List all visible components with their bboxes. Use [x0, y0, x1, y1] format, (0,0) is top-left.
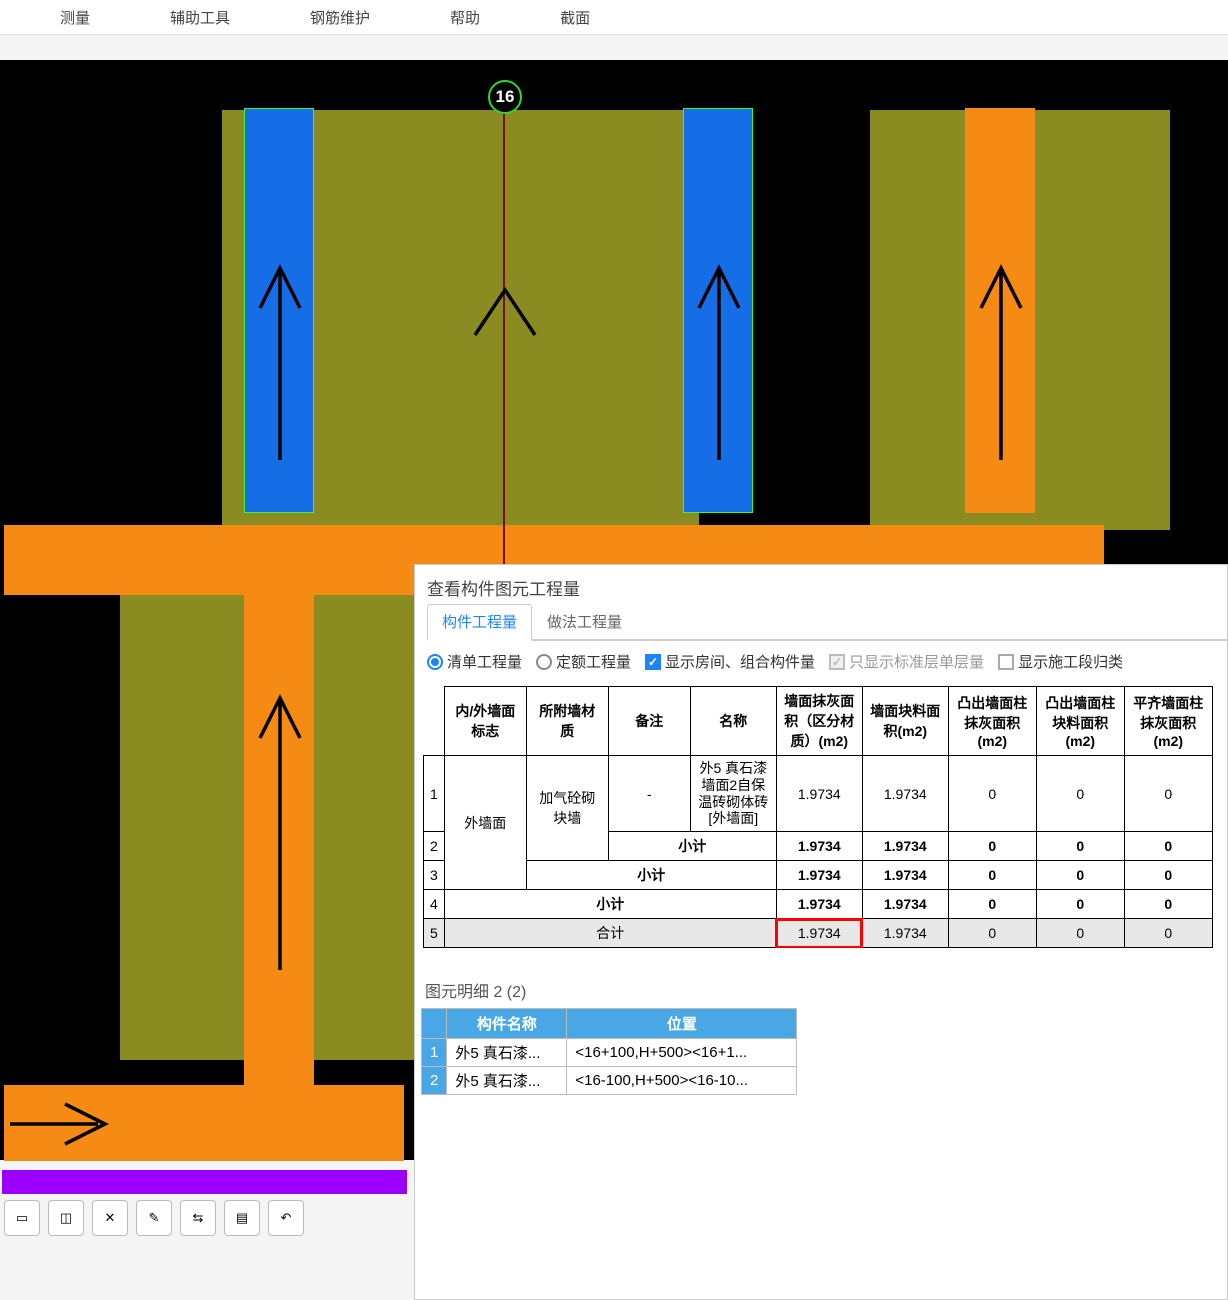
tool-btn[interactable]: ⇆ [180, 1200, 216, 1236]
direction-arrow-icon [695, 260, 743, 460]
menu-measure[interactable]: 测量 [60, 7, 90, 28]
highlighted-total-cell: 1.9734 [776, 919, 862, 948]
col-header: 凸出墙面柱块料面积(m2) [1036, 687, 1124, 756]
check-show-constr[interactable]: ✓显示施工段归类 [998, 651, 1123, 672]
tool-btn[interactable]: ✕ [92, 1200, 128, 1236]
direction-arrow-icon [470, 285, 540, 345]
direction-arrow-icon [256, 690, 304, 970]
radio-quota-qty[interactable]: 定额工程量 [536, 651, 631, 672]
check-show-room[interactable]: ✓显示房间、组合构件量 [645, 651, 815, 672]
table-row[interactable]: 1 外墙面 加气砼砌块墙 - 外5 真石漆墙面2自保温砖砌体砖 [外墙面] 1.… [424, 756, 1213, 832]
selection-strip [2, 1170, 407, 1194]
col-header: 凸出墙面柱抹灰面积(m2) [948, 687, 1036, 756]
menubar: 测量 辅助工具 钢筋维护 帮助 截面 [0, 0, 1228, 35]
menu-section[interactable]: 截面 [560, 7, 590, 28]
panel-title: 查看构件图元工程量 [415, 565, 1227, 604]
col-header: 平齐墙面柱抹灰面积(m2) [1124, 687, 1212, 756]
element-detail-table[interactable]: 构件名称 位置 1 外5 真石漆... <16+100,H+500><16+1.… [421, 1008, 797, 1095]
col-header: 名称 [690, 687, 776, 756]
table-row-subtotal[interactable]: 4 小计 1.9734 1.9734 0 0 0 [424, 890, 1213, 919]
direction-arrow-icon [256, 260, 304, 460]
check-show-std: ✓只显示标准层单层量 [829, 651, 984, 672]
tool-btn[interactable]: ◫ [48, 1200, 84, 1236]
tab-component-qty[interactable]: 构件工程量 [427, 604, 532, 641]
panel-tabs: 构件工程量 做法工程量 [427, 604, 1227, 641]
direction-arrow-icon [10, 1100, 110, 1148]
tool-btn[interactable]: ▭ [4, 1200, 40, 1236]
table-row-subtotal[interactable]: 3 小计 1.9734 1.9734 0 0 0 [424, 861, 1213, 890]
bottom-toolbar: ▭ ◫ ✕ ✎ ⇆ ▤ ↶ [0, 1198, 304, 1238]
tool-btn[interactable]: ↶ [268, 1200, 304, 1236]
col-header: 内/外墙面标志 [444, 687, 526, 756]
detail-col-pos: 位置 [567, 1009, 797, 1039]
row-index-header [424, 687, 445, 756]
detail-section-title: 图元明细 2 (2) [425, 978, 1227, 1002]
menu-tools[interactable]: 辅助工具 [170, 7, 230, 28]
detail-col-name: 构件名称 [447, 1009, 567, 1039]
quantity-table-wrap: 内/外墙面标志 所附墙材质 备注 名称 墙面抹灰面积（区分材质）(m2) 墙面块… [423, 686, 1227, 948]
col-header: 墙面抹灰面积（区分材质）(m2) [776, 687, 862, 756]
tool-btn[interactable]: ✎ [136, 1200, 172, 1236]
tool-btn[interactable]: ▤ [224, 1200, 260, 1236]
quantity-table[interactable]: 内/外墙面标志 所附墙材质 备注 名称 墙面抹灰面积（区分材质）(m2) 墙面块… [423, 686, 1213, 948]
radio-list-qty[interactable]: 清单工程量 [427, 651, 522, 672]
col-header: 所附墙材质 [526, 687, 608, 756]
quantity-panel: 查看构件图元工程量 构件工程量 做法工程量 清单工程量 定额工程量 ✓显示房间、… [414, 564, 1228, 1300]
direction-arrow-icon [977, 260, 1025, 460]
col-header: 备注 [608, 687, 690, 756]
tab-method-qty[interactable]: 做法工程量 [532, 604, 637, 639]
menu-help[interactable]: 帮助 [450, 7, 480, 28]
detail-row[interactable]: 2 外5 真石漆... <16-100,H+500><16-10... [422, 1067, 797, 1095]
table-row-total[interactable]: 5 合计 1.9734 1.9734 0 0 0 [424, 919, 1213, 948]
menu-rebar[interactable]: 钢筋维护 [310, 7, 370, 28]
axis-label-16: 16 [488, 80, 522, 114]
detail-idx-header [422, 1009, 447, 1039]
detail-row[interactable]: 1 外5 真石漆... <16+100,H+500><16+1... [422, 1039, 797, 1067]
filter-row: 清单工程量 定额工程量 ✓显示房间、组合构件量 ✓只显示标准层单层量 ✓显示施工… [415, 641, 1227, 682]
col-header: 墙面块料面积(m2) [862, 687, 948, 756]
